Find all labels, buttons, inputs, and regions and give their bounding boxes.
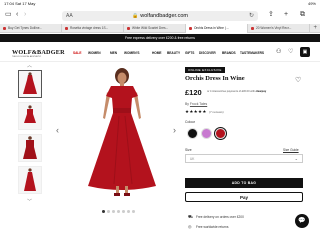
promo-banner[interactable]: Free express delivery over £200 & free r… — [0, 34, 320, 42]
gallery-next-icon[interactable]: › — [173, 125, 176, 135]
thumbnail[interactable] — [18, 166, 42, 194]
address-bar[interactable]: AA 🔒 wolfandbadger.com ↻ — [62, 11, 258, 21]
thumbs-down-arrow-icon[interactable]: ﹀ — [27, 198, 32, 205]
size-guide-link[interactable]: Size Guide — [283, 148, 299, 152]
apple-pay-button[interactable]: Pay — [185, 192, 303, 202]
tab-favicon-icon — [127, 26, 130, 30]
gallery-dot[interactable] — [117, 210, 120, 213]
thumbs-up-arrow-icon[interactable]: ︿ — [27, 62, 32, 69]
chat-icon[interactable]: 💬 — [295, 214, 309, 228]
nav-item-brands[interactable]: BRANDS — [222, 51, 236, 55]
colour-label: Colour — [185, 120, 195, 124]
star-rating: ★★★★★ — [185, 109, 207, 114]
sidebar-icon[interactable]: ▭ — [5, 11, 12, 19]
brand-link[interactable]: Frock Tales — [190, 102, 207, 106]
browser-tab[interactable]: 20 Women's Vinyl Recr... — [248, 24, 310, 33]
battery-indicator: 49% — [307, 1, 316, 6]
share-icon[interactable]: ⇪ — [268, 11, 274, 19]
thumbnail[interactable] — [18, 102, 42, 130]
gallery-dot[interactable] — [122, 210, 125, 213]
online-exclusive-badge: ONLINE EXCLUSIVE — [185, 67, 225, 73]
nav-item-men[interactable]: MEN — [110, 51, 117, 55]
browser-toolbar: ▭ ‹ › AA 🔒 wolfandbadger.com ↻ ⇪ + ⧉ — [0, 8, 320, 24]
tab-favicon-icon — [251, 26, 254, 30]
tab-overview-icon[interactable]: ⧉ — [300, 11, 305, 19]
add-tab-icon[interactable]: + — [313, 24, 317, 33]
tab-favicon-icon — [65, 26, 68, 30]
nav-item-sale[interactable]: SALE — [73, 51, 82, 55]
product-main-image[interactable] — [74, 66, 170, 198]
nav-item-beauty[interactable]: BEAUTY — [167, 51, 180, 55]
brand-line: By Frock Tales — [185, 102, 208, 106]
size-select[interactable]: UK ⌄ — [185, 154, 303, 163]
nav-item-womens[interactable]: WOMEN'S — [124, 51, 139, 55]
wishlist-heart-icon[interactable]: ♡ — [295, 76, 301, 84]
colour-swatch-pink[interactable] — [201, 128, 212, 139]
thumbnail[interactable] — [18, 134, 42, 162]
tab-favicon-icon — [3, 26, 6, 30]
site-logo[interactable]: WOLF&BADGER — [12, 49, 65, 56]
colour-swatch-black[interactable] — [187, 128, 198, 139]
gallery-dots — [102, 200, 137, 218]
gallery-prev-icon[interactable]: ‹ — [56, 125, 59, 135]
browser-tab-active[interactable]: Orchis Dress in Wine | ... — [186, 24, 248, 33]
wishlist-icon[interactable]: ♡ — [288, 48, 293, 55]
gallery-dot[interactable] — [102, 210, 105, 213]
tab-favicon-icon — [189, 26, 192, 30]
site-tagline: THE ECOLOGICAL AESTHETIC — [12, 56, 42, 58]
clearpay-logo[interactable]: clearpay — [256, 90, 267, 93]
tab-bar: Buy Get Tynes Dolline... Rosetta vintage… — [0, 24, 320, 33]
nav-item-women[interactable]: WOMEN — [88, 51, 101, 55]
site-header: WOLF&BADGER THE ECOLOGICAL AESTHETIC SAL… — [0, 42, 320, 62]
reviews-link[interactable]: (7 reviews) — [209, 110, 224, 114]
reload-icon[interactable]: ↻ — [249, 11, 254, 21]
gallery-dot[interactable] — [127, 210, 130, 213]
reader-mode-button[interactable]: AA — [66, 11, 73, 21]
browser-tab[interactable]: Rosetta vintage dress 1S... — [62, 24, 124, 33]
product-price: £120 — [185, 88, 202, 97]
gallery-dot[interactable] — [112, 210, 115, 213]
new-tab-icon[interactable]: + — [284, 11, 288, 19]
thumbnail[interactable] — [18, 70, 42, 98]
gallery-dot[interactable] — [107, 210, 110, 213]
nav-item-discover[interactable]: DISCOVER — [199, 51, 216, 55]
status-bar: 17:04 Sat 17 May 49% — [0, 0, 320, 8]
bag-icon[interactable]: ▣ — [300, 47, 310, 57]
url-text: wolfandbadger.com — [140, 13, 188, 19]
returns-info: ◎ Free worldwide returns — [188, 224, 229, 229]
gallery-dot[interactable] — [132, 210, 135, 213]
globe-icon: ◎ — [188, 224, 192, 229]
size-label: Size — [185, 148, 192, 152]
nav-item-tastemakers[interactable]: TASTEMAKERS — [240, 51, 264, 55]
browser-tab[interactable]: Buy Get Tynes Dolline... — [0, 24, 62, 33]
add-to-bag-button[interactable]: ADD TO BAG — [185, 178, 303, 188]
product-title: Orchis Dress In Wine — [185, 75, 245, 82]
nav-item-gifts[interactable]: GIFTS — [185, 51, 194, 55]
account-icon[interactable]: ⚇ — [276, 48, 281, 55]
delivery-info: ⛟ Free delivery on orders over £200 — [188, 214, 244, 219]
lock-icon: 🔒 — [132, 13, 139, 19]
browser-tab[interactable]: White Wild Scarlet Dres... — [124, 24, 186, 33]
clearpay-message: or 4 interest-free payments of £30.00 wi… — [207, 90, 267, 93]
back-icon[interactable]: ‹ — [16, 11, 18, 19]
chevron-down-icon: ⌄ — [294, 156, 298, 161]
truck-icon: ⛟ — [188, 214, 194, 219]
colour-swatch-wine[interactable] — [215, 128, 226, 139]
forward-icon[interactable]: › — [24, 11, 26, 19]
nav-item-home[interactable]: HOME — [152, 51, 162, 55]
status-time: 17:04 Sat 17 May — [4, 1, 36, 6]
size-select-value: UK — [190, 157, 195, 161]
